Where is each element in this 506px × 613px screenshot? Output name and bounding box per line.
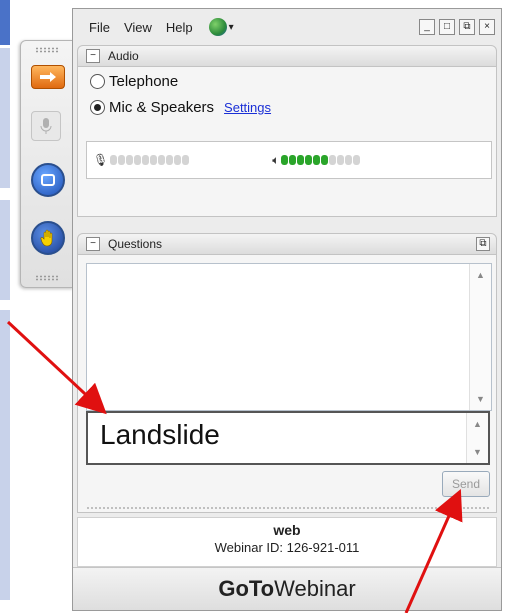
audio-header-label: Audio [108,49,139,63]
raise-hand-button[interactable] [31,221,65,255]
popout-button[interactable]: ⧉ [459,19,475,35]
meter-segment [150,155,158,165]
meter-segment [329,155,337,165]
meter-segment [297,155,305,165]
webinar-id: Webinar ID: 126-921-011 [214,540,360,555]
speaker-level-meter: 🔈︎ [272,153,361,168]
globe-icon[interactable] [208,18,227,36]
menu-view[interactable]: View [124,20,152,35]
restore-button[interactable]: □ [439,19,455,35]
microphone-icon: 🎙︎ [93,153,109,167]
meter-segment [305,155,313,165]
meter-segment [321,155,329,165]
meter-segment [142,155,150,165]
show-hide-panel-button[interactable] [31,65,65,89]
screen-button[interactable] [31,163,65,197]
meter-segment [337,155,345,165]
meter-segment [166,155,174,165]
question-input-value: Landslide [100,419,220,450]
session-info: web Webinar ID: 126-921-011 [77,517,497,567]
window-controls: _ □ ⧉ × [419,19,495,35]
close-button[interactable]: × [479,19,495,35]
questions-section: ▲ ▼ Landslide ▲ ▼ Send [77,255,497,513]
send-button[interactable]: Send [442,471,490,497]
resize-grip[interactable] [86,506,490,510]
mic-level-meter: 🎙︎ [93,153,190,167]
meter-segment [313,155,321,165]
slide-thumbnail-strip [0,0,10,45]
question-input[interactable]: Landslide ▲ ▼ [86,411,490,465]
scrollbar[interactable]: ▲ ▼ [466,413,488,463]
collapse-icon[interactable]: − [86,237,100,251]
settings-link[interactable]: Settings [224,100,271,115]
collapse-icon[interactable]: − [86,49,100,63]
meter-segment [118,155,126,165]
scroll-down-icon[interactable]: ▼ [473,447,482,457]
screen-icon [41,174,55,186]
brand-suffix: Webinar [274,576,356,601]
meter-segment [110,155,118,165]
mute-button[interactable] [31,111,61,141]
scroll-up-icon[interactable]: ▲ [476,270,485,280]
menu-help[interactable]: Help [166,20,193,35]
raise-hand-icon [40,229,53,247]
menu-bar: File View Help ▾ _ □ ⧉ × [73,9,501,45]
brand-logo: GoToWebinar [73,567,501,610]
meter-segment [158,155,166,165]
questions-header-label: Questions [108,237,163,251]
menu-file[interactable]: File [89,20,110,35]
meter-segment [353,155,361,165]
scroll-down-icon[interactable]: ▼ [476,394,485,404]
chevron-down-icon[interactable]: ▾ [229,22,234,33]
brand-prefix: GoTo [218,576,275,601]
meter-segment [126,155,134,165]
mic-speakers-radio[interactable] [90,100,105,115]
mic-speakers-label: Mic & Speakers [109,99,215,116]
audio-section-header[interactable]: − Audio [77,45,497,67]
telephone-label: Telephone [109,73,179,90]
arrow-right-icon [40,72,56,82]
slide-thumbnail-strip [0,48,10,188]
speaker-icon: 🔈︎ [272,152,280,167]
meter-segment [289,155,297,165]
meter-segment [345,155,353,165]
control-panel: File View Help ▾ _ □ ⧉ × − Audio Telepho… [72,8,502,611]
questions-log: ▲ ▼ [86,263,492,411]
scrollbar[interactable]: ▲ ▼ [469,264,491,410]
slide-thumbnail-strip [0,200,10,300]
scroll-up-icon[interactable]: ▲ [473,419,482,429]
meter-segment [134,155,142,165]
telephone-option[interactable]: Telephone [90,73,178,90]
audio-level-meters: 🎙︎ 🔈︎ [86,141,492,179]
drag-grip[interactable] [35,47,59,53]
mic-speakers-option[interactable]: Mic & Speakers Settings [90,99,271,116]
drag-grip[interactable] [35,275,59,281]
grab-tab[interactable] [20,40,74,288]
popout-icon[interactable]: ⧉ [476,237,490,251]
microphone-icon [40,118,52,134]
meter-segment [182,155,190,165]
slide-thumbnail-strip [0,310,10,600]
meter-segment [281,155,289,165]
questions-section-header[interactable]: − Questions ⧉ [77,233,497,255]
meter-segment [174,155,182,165]
session-name: web [273,522,301,538]
telephone-radio[interactable] [90,74,105,89]
minimize-button[interactable]: _ [419,19,435,35]
audio-section: Telephone Mic & Speakers Settings 🎙︎ 🔈︎ [77,67,497,217]
